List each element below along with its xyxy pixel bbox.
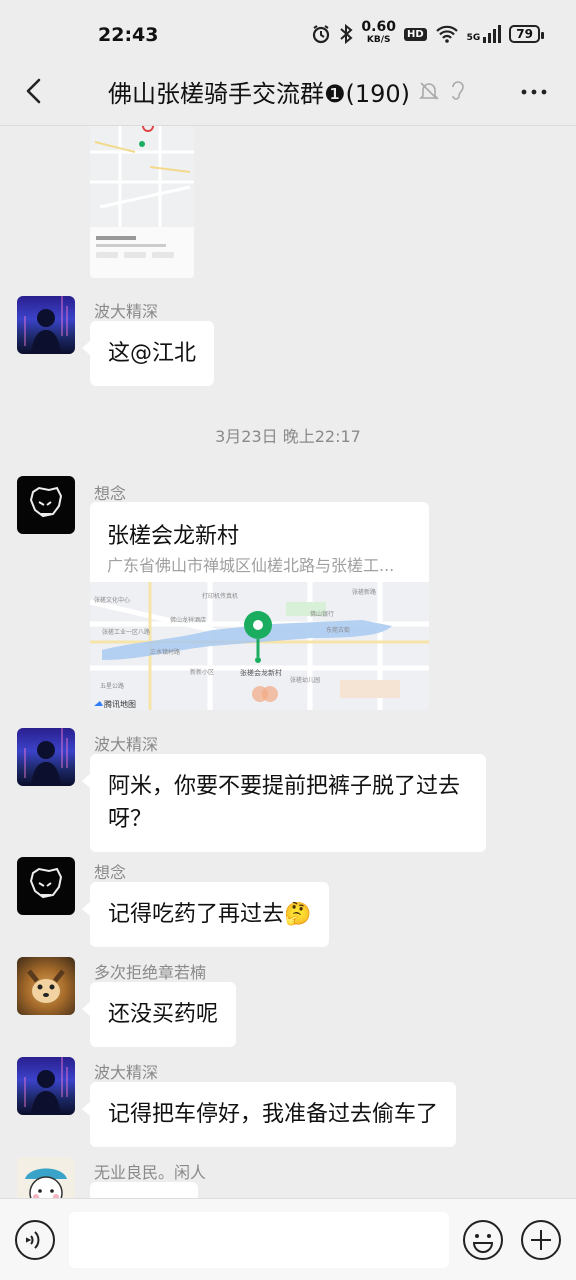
svg-text:张槎幼儿园: 张槎幼儿园 — [290, 676, 320, 684]
input-bar — [0, 1198, 576, 1280]
location-address: 广东省佛山市禅城区仙槎北路与张槎工... — [107, 556, 395, 575]
sender-name: 无业良民。闲人 — [94, 1163, 207, 1182]
more-options-icon[interactable] — [520, 78, 548, 106]
bluetooth-icon — [340, 24, 353, 44]
map-thumbnail-image — [90, 126, 194, 278]
alarm-icon — [313, 25, 330, 44]
sender-name: 波大精深 — [94, 302, 159, 321]
avatar[interactable] — [17, 857, 75, 915]
sender-name: 想念 — [94, 863, 127, 882]
image-message-thumbnail[interactable] — [90, 126, 194, 278]
message-bubble[interactable]: 还没买药呢 — [81, 982, 237, 1047]
svg-text:佛山龙祥酒店: 佛山龙祥酒店 — [170, 616, 206, 624]
message-list[interactable]: 波大精深 这@江北 3月23日 晚上22:17 想念 张槎会龙新村 广东省佛山市… — [0, 126, 576, 1198]
wifi-icon — [435, 25, 458, 43]
location-title: 张槎会龙新村 — [107, 524, 240, 549]
hd-badge: HD — [403, 27, 427, 41]
sender-name: 想念 — [94, 484, 127, 503]
message-input[interactable] — [69, 1212, 449, 1268]
sender-name: 多次拒绝章若楠 — [94, 963, 207, 982]
svg-text:打印机传真机: 打印机传真机 — [202, 592, 238, 600]
svg-text:张槎新路: 张槎新路 — [352, 588, 376, 596]
earpiece-icon — [452, 81, 464, 100]
location-map-image: 张槎文化中心 张槎工业一区八路 佛山龙祥酒店 三水镇村路 打印机传真机 佛山银行… — [90, 582, 429, 710]
message-bubble[interactable]: 记得吃药了再过去🤔 — [81, 882, 330, 947]
signal-indicator: 5G — [467, 25, 502, 43]
chat-header: 佛山张槎骑手交流群❶(190) — [0, 70, 576, 126]
message-bubble[interactable]: 记得把车停好，我准备过去偷车了 — [81, 1082, 457, 1147]
message-bubble[interactable]: 阿米，你要不要提前把裤子脱了过去呀？ — [82, 754, 486, 852]
svg-text:张槎工业一区八路: 张槎工业一区八路 — [102, 628, 150, 636]
status-bar: 22:43 0.60 KB/S HD 5G 79 — [0, 0, 576, 70]
plus-icon[interactable] — [520, 1219, 562, 1261]
avatar[interactable] — [17, 296, 75, 354]
map-pin-label: 张槎会龙新村 — [240, 668, 282, 677]
mute-bell-icon — [419, 82, 439, 100]
network-speed: 0.60 KB/S — [361, 19, 396, 45]
status-icons: 0.60 KB/S HD 5G 79 — [311, 19, 544, 46]
voice-input-icon[interactable] — [14, 1219, 56, 1261]
svg-text:新新小区: 新新小区 — [190, 668, 214, 676]
emoji-icon[interactable] — [462, 1219, 504, 1261]
back-arrow-icon[interactable] — [20, 76, 50, 106]
battery-indicator: 79 — [509, 25, 544, 43]
location-card[interactable]: 张槎会龙新村 广东省佛山市禅城区仙槎北路与张槎工... 张槎文化中心 张槎工业一… — [90, 502, 429, 710]
message-bubble[interactable]: 这@江北 — [81, 321, 215, 386]
timestamp: 3月23日 晚上22:17 — [215, 427, 361, 446]
map-brand: 腾讯地图 — [104, 699, 136, 709]
svg-text:五星公路: 五星公路 — [100, 682, 124, 690]
svg-text:三水镇村路: 三水镇村路 — [150, 648, 180, 656]
message-bubble[interactable] — [90, 1182, 198, 1198]
avatar[interactable] — [17, 728, 75, 786]
clock: 22:43 — [98, 24, 159, 46]
sender-name: 波大精深 — [94, 1063, 159, 1082]
svg-text:张槎文化中心: 张槎文化中心 — [94, 596, 130, 604]
avatar[interactable] — [17, 1157, 75, 1198]
avatar[interactable] — [17, 1057, 75, 1115]
sender-name: 波大精深 — [94, 735, 159, 754]
svg-text:东苑古街: 东苑古街 — [326, 626, 350, 634]
avatar[interactable] — [17, 957, 75, 1015]
group-title: 佛山张槎骑手交流群❶(190) — [108, 80, 411, 108]
svg-text:佛山银行: 佛山银行 — [310, 610, 334, 618]
avatar[interactable] — [17, 476, 75, 534]
